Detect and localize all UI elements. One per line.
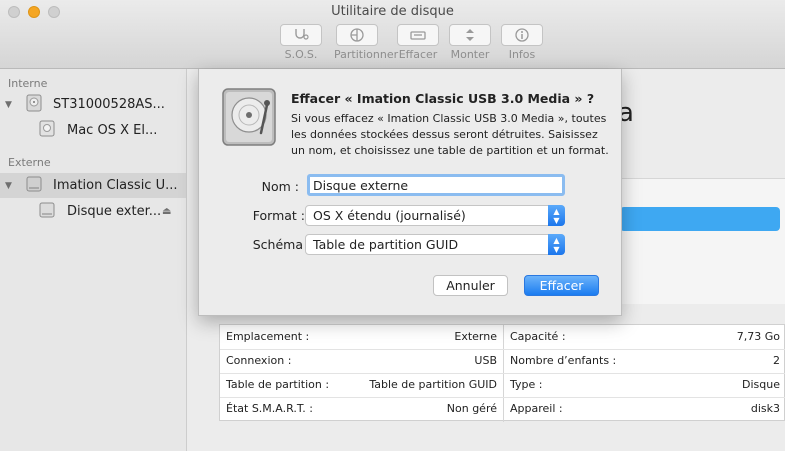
erase-button[interactable]: Effacer [524,275,599,296]
sheet-title: Effacer « Imation Classic USB 3.0 Media … [291,91,595,106]
table-row: État S.M.A.R.T. : Non géré Appareil : di… [220,397,785,421]
sheet-message: Si vous effacez « Imation Classic USB 3.… [291,112,609,157]
usage-bar [620,207,780,231]
erase-icon [397,24,439,46]
value-device: disk3 [750,402,780,415]
label-partition-map: Table de partition : [226,378,330,391]
toolbar-mount-label: Monter [450,48,490,61]
value-connection: USB [474,354,497,367]
value-child-count: 2 [773,354,780,367]
usage-panel [620,178,785,304]
sidebar-item-volume-external[interactable]: Disque exter... ⏏ [0,199,186,224]
cancel-button[interactable]: Annuler [433,275,508,296]
format-select-value: OS X étendu (journalisé) [313,208,466,223]
label-connection: Connexion : [226,354,292,367]
scheme-label: Schéma [252,237,303,252]
sidebar-item-volume-macos[interactable]: Mac OS X El... [0,118,186,143]
sidebar-item-label: Disque exter... [67,204,162,219]
table-row: Connexion : USB Nombre d’enfants : 2 [220,349,785,374]
stethoscope-icon [280,24,322,46]
toolbar-sos[interactable]: S.O.S. [278,24,324,61]
format-label: Format : [252,208,305,223]
toolbar-info-label: Infos [508,48,536,61]
volume-drive-icon [39,120,55,141]
erase-sheet-dialog: Effacer « Imation Classic USB 3.0 Media … [198,69,622,316]
toolbar-sos-label: S.O.S. [284,48,318,61]
label-smart-status: État S.M.A.R.T. : [226,402,313,415]
sidebar-header-external: Externe [8,156,51,169]
value-capacity: 7,73 Go [736,330,780,343]
eject-icon[interactable]: ⏏ [162,206,171,217]
format-select[interactable]: OS X étendu (journalisé) ▲ ▼ [305,205,565,226]
scheme-select[interactable]: Table de partition GUID ▲ ▼ [305,234,565,255]
partition-pie-icon [336,24,378,46]
toolbar-partition-label: Partitionner [334,48,399,61]
sidebar: Interne ▼ ST31000528AS... Mac OS X El...… [0,69,187,451]
external-drive-icon [25,175,43,197]
info-icon [501,24,543,46]
sidebar-header-internal: Interne [8,77,48,90]
label-type: Type : [510,378,543,391]
mount-icon [449,24,491,46]
disclosure-triangle-icon[interactable]: ▼ [5,181,12,191]
table-row: Emplacement : Externe Capacité : 7,73 Go [220,325,785,350]
table-row: Table de partition : Table de partition … [220,373,785,398]
value-location: Externe [454,330,497,343]
sidebar-item-label: Imation Classic U... [53,178,178,193]
label-capacity: Capacité : [510,330,566,343]
window-toolbar: Utilitaire de disque S.O.S. Partitionner… [0,0,785,69]
value-smart-status: Non géré [446,402,497,415]
toolbar-erase-label: Effacer [398,48,438,61]
sidebar-item-internal-disk[interactable]: ▼ ST31000528AS... [0,92,186,117]
label-child-count: Nombre d’enfants : [510,354,617,367]
name-label: Nom : [261,179,299,194]
disclosure-triangle-icon[interactable]: ▼ [5,100,12,110]
external-volume-icon [39,202,55,222]
chevron-updown-icon: ▲ ▼ [548,234,565,255]
label-location: Emplacement : [226,330,310,343]
disk-info-table: Emplacement : Externe Capacité : 7,73 Go… [219,324,785,422]
sidebar-item-label: ST31000528AS... [53,97,165,112]
sidebar-item-label: Mac OS X El... [67,123,158,138]
label-device: Appareil : [510,402,563,415]
sidebar-item-external-disk[interactable]: ▼ Imation Classic U... [0,173,186,198]
scheme-select-value: Table de partition GUID [313,237,459,252]
toolbar-info[interactable]: Infos [499,24,545,61]
window-title: Utilitaire de disque [331,4,454,19]
hard-drive-icon [221,87,277,150]
value-type: Disque [742,378,780,391]
toolbar-erase[interactable]: Effacer [395,24,441,61]
toolbar-partition[interactable]: Partitionner [334,24,399,61]
chevron-updown-icon: ▲ ▼ [548,205,565,226]
toolbar-mount[interactable]: Monter [447,24,493,61]
value-partition-map: Table de partition GUID [369,378,497,391]
internal-drive-icon [25,94,43,116]
name-field[interactable] [307,174,565,196]
